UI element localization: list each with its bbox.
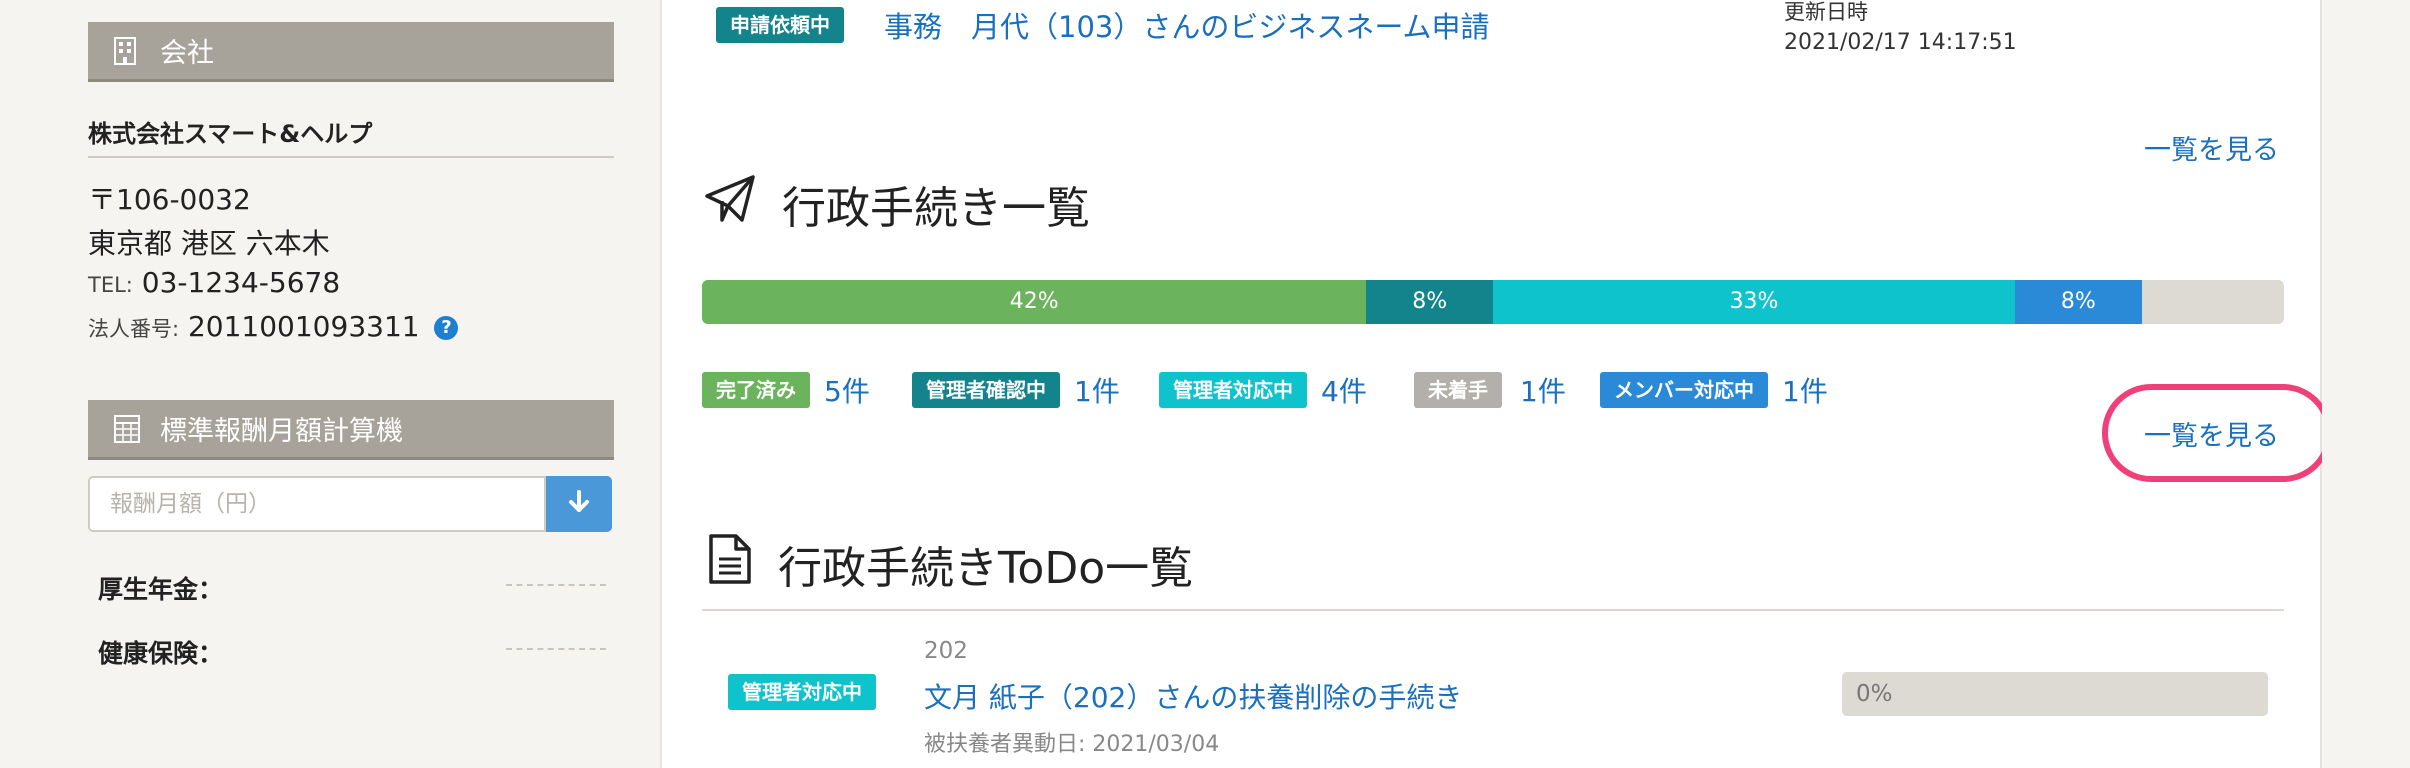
legend-badge: 管理者対応中 [1159,372,1307,408]
updated-value: 2021/02/17 14:17:51 [1784,30,2017,55]
legend-count[interactable]: 1件 [1520,370,1566,410]
corp-number-value: 2011001093311 [187,310,420,343]
tel-value: 03-1234-5678 [141,266,341,299]
progress-segment: 8% [2015,280,2142,324]
pension-label: 厚生年金： [98,575,224,604]
company-postal: 〒106-0032 [88,183,251,216]
legend-completed: 完了済み 5件 [702,370,870,410]
legend-badge: 完了済み [702,372,810,408]
legend-badge: 管理者確認中 [912,372,1060,408]
health-insurance-value-placeholder [506,648,606,650]
sidebar: 会社 株式会社スマート&ヘルプ 〒106-0032 東京都 港区 六本木 TEL… [0,0,660,768]
corp-number-label: 法人番号: [88,317,180,341]
legend-admin-handling: 管理者対応中 4件 [1159,370,1367,410]
calculator-section-header: 標準報酬月額計算機 [88,400,614,460]
calculator-section-title: 標準報酬月額計算機 [160,416,403,447]
pension-row: 厚生年金： [98,570,606,606]
legend-count[interactable]: 5件 [824,370,870,410]
company-tel: TEL: 03-1234-5678 [88,266,340,299]
legend-count[interactable]: 4件 [1321,370,1367,410]
progress-segment: 33% [1493,280,2016,324]
todo-item-subtitle: 被扶養者異動日: 2021/03/04 [924,732,1220,757]
request-title-link[interactable]: 事務 月代（103）さんのビジネスネーム申請 [884,4,1489,46]
question-circle-icon[interactable]: ? [434,316,459,340]
legend-admin-checking: 管理者確認中 1件 [912,370,1120,410]
status-badge: 申請依頼中 [716,7,844,43]
todo-title-text: 行政手続きToDo一覧 [778,543,1194,594]
paper-plane-icon [704,174,756,235]
legend-member-handling: メンバー対応中 1件 [1600,370,1828,410]
building-icon [114,36,140,65]
document-icon [708,533,752,596]
company-name: 株式会社スマート&ヘルプ [88,114,614,158]
company-section-header: 会社 [88,22,614,82]
calculator-icon [114,414,140,443]
todo-progress-bar: 0% [1842,672,2268,716]
company-address: 東京都 港区 六本木 [88,227,330,260]
legend-not-started: 未着手 1件 [1414,370,1566,410]
highlight-circle [2102,384,2332,482]
legend-count[interactable]: 1件 [1074,370,1120,410]
company-corp-number: 法人番号: 2011001093311 ? [88,310,459,343]
todo-status-badge: 管理者対応中 [728,674,876,710]
health-insurance-row: 健康保険： [98,634,606,670]
legend-count[interactable]: 1件 [1782,370,1828,410]
todo-item-link[interactable]: 文月 紙子（202）さんの扶養削除の手続き [924,676,1462,716]
todo-employee-number: 202 [924,638,968,664]
salary-input[interactable] [88,476,546,532]
progress-segment [2141,280,2284,324]
company-section-title: 会社 [160,38,214,69]
admin-procedures-title: 行政手続き一覧 [704,172,1090,236]
progress-segment: 8% [1366,280,1493,324]
arrow-down-icon [568,490,590,518]
pension-value-placeholder [506,584,606,586]
main-content: 申請依頼中 事務 月代（103）さんのビジネスネーム申請 更新日時 2021/0… [660,0,2332,768]
procedure-progress-bar: 42% 8% 33% 8% [702,280,2284,324]
todo-divider [702,609,2284,611]
see-list-link-requests[interactable]: 一覧を見る [2144,128,2279,167]
admin-procedures-title-text: 行政手続き一覧 [782,183,1090,234]
calculate-button[interactable] [546,476,612,532]
progress-segment: 42% [702,280,1367,324]
right-gutter [2322,0,2410,768]
tel-label: TEL: [88,273,133,297]
todo-title: 行政手続きToDo一覧 [708,532,1193,596]
legend-badge: メンバー対応中 [1600,372,1768,408]
legend-badge: 未着手 [1414,372,1502,408]
health-insurance-label: 健康保険： [98,639,224,668]
updated-label: 更新日時 [1784,0,1868,24]
